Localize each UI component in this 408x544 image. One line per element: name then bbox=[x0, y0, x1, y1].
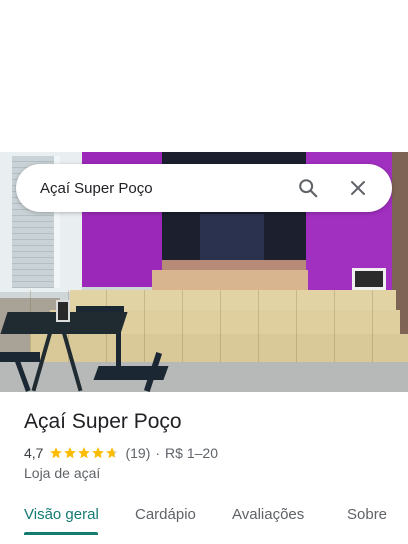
star-icon bbox=[78, 447, 91, 459]
photo-counter bbox=[200, 214, 264, 264]
photo-sill bbox=[152, 270, 308, 292]
star-icon bbox=[64, 447, 77, 459]
search-bar[interactable]: Açaí Super Poço bbox=[16, 164, 392, 212]
star-icon bbox=[92, 447, 105, 459]
separator: · bbox=[155, 445, 161, 461]
photo-napkin-holder bbox=[56, 300, 70, 322]
tab-about[interactable]: Sobre bbox=[347, 496, 387, 532]
search-icon[interactable] bbox=[290, 170, 326, 206]
photo-meter-box bbox=[352, 268, 386, 290]
photo-ground bbox=[0, 362, 408, 392]
star-half-icon bbox=[106, 447, 119, 459]
close-icon[interactable] bbox=[340, 170, 376, 206]
place-title: Açaí Super Poço bbox=[24, 410, 182, 433]
search-input[interactable]: Açaí Super Poço bbox=[40, 180, 276, 197]
rating-row[interactable]: 4,7 (19) · R$ 1–20 bbox=[24, 445, 218, 461]
price-range: R$ 1–20 bbox=[165, 445, 218, 461]
rating-value: 4,7 bbox=[24, 445, 44, 461]
tab-menu[interactable]: Cardápio bbox=[135, 496, 196, 532]
review-count[interactable]: (19) bbox=[125, 445, 150, 461]
active-tab-indicator bbox=[24, 532, 98, 535]
tab-reviews[interactable]: Avaliações bbox=[232, 496, 304, 532]
place-category[interactable]: Loja de açaí bbox=[24, 465, 100, 481]
tab-overview[interactable]: Visão geral bbox=[24, 496, 99, 532]
tab-bar: Visão geral Cardápio Avaliações Sobre bbox=[0, 496, 408, 544]
star-icon bbox=[50, 447, 63, 459]
star-rating bbox=[49, 446, 119, 460]
